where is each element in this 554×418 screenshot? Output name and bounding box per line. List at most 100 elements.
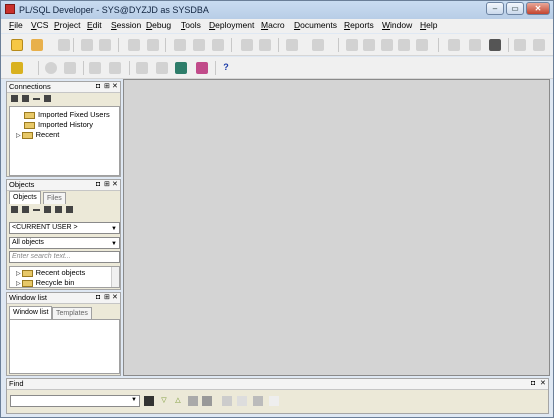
menu-edit[interactable]: Edit	[87, 20, 102, 30]
bookmark-icon[interactable]	[448, 39, 460, 51]
binoculars-icon[interactable]	[144, 396, 154, 406]
key-icon[interactable]	[11, 62, 23, 74]
session-icon[interactable]	[156, 62, 168, 74]
chevron-down-icon[interactable]: ▼	[131, 397, 137, 403]
close-button[interactable]: ✕	[526, 2, 550, 15]
object-filter-combo[interactable]: All objects ▼	[9, 237, 120, 249]
open-icon[interactable]	[31, 39, 43, 51]
redo-icon[interactable]	[147, 39, 159, 51]
menu-session[interactable]: Session	[111, 20, 141, 30]
tile-icon[interactable]	[514, 39, 526, 51]
menu-macro[interactable]: Macro	[261, 20, 285, 30]
find-previous-icon[interactable]: △	[173, 396, 183, 406]
tab-files[interactable]: Files	[43, 192, 66, 204]
explain-plan-icon[interactable]	[489, 39, 501, 51]
stop-icon[interactable]	[136, 62, 148, 74]
expand-icon[interactable]: ▷	[16, 281, 21, 287]
replace-icon[interactable]	[259, 39, 271, 51]
close-icon[interactable]: ✕	[112, 82, 118, 92]
print-icon[interactable]	[81, 39, 93, 51]
pin-icon[interactable]: ◘	[531, 379, 535, 389]
close-icon[interactable]: ✕	[112, 180, 118, 190]
whole-word-icon[interactable]	[237, 396, 247, 406]
pin-icon[interactable]: ◘	[96, 293, 100, 303]
sql-window-icon[interactable]	[175, 62, 187, 74]
chevron-down-icon[interactable]: ▼	[110, 224, 118, 232]
print-preview-icon[interactable]	[99, 39, 111, 51]
find-icon[interactable]	[241, 39, 253, 51]
highlight-all-icon[interactable]	[188, 396, 198, 406]
tab-objects[interactable]: Objects	[9, 191, 41, 204]
tree-item[interactable]: Imported History	[24, 120, 93, 130]
paste-icon[interactable]	[212, 39, 224, 51]
menu-reports[interactable]: Reports	[344, 20, 374, 30]
float-icon[interactable]: ⊞	[104, 82, 110, 92]
maximize-button[interactable]: ▭	[506, 2, 524, 15]
menu-debug[interactable]: Debug	[146, 20, 171, 30]
menu-vcs[interactable]: VCS	[31, 20, 48, 30]
expand-icon[interactable]: ▷	[16, 271, 21, 277]
help-icon[interactable]: ?	[220, 61, 232, 73]
menu-project[interactable]: Project	[54, 20, 80, 30]
user-combo[interactable]: <CURRENT USER > ▼	[9, 222, 120, 234]
float-icon[interactable]: ⊞	[104, 293, 110, 303]
menu-window[interactable]: Window	[382, 20, 412, 30]
mdi-workspace[interactable]	[123, 79, 550, 376]
cut-icon[interactable]	[174, 39, 186, 51]
find-icon[interactable]	[44, 206, 51, 213]
refresh-icon[interactable]	[11, 206, 18, 213]
uncomment-icon[interactable]	[363, 39, 375, 51]
format-icon[interactable]	[416, 39, 428, 51]
menu-help[interactable]: Help	[420, 20, 437, 30]
undo-icon[interactable]	[128, 39, 140, 51]
regex-icon[interactable]	[253, 396, 263, 406]
commit-icon[interactable]	[89, 62, 101, 74]
clear-highlight-icon[interactable]	[202, 396, 212, 406]
add-icon[interactable]	[22, 206, 29, 213]
scrollbar[interactable]	[111, 267, 119, 287]
tab-templates[interactable]: Templates	[52, 307, 92, 319]
break-icon[interactable]	[64, 62, 76, 74]
float-icon[interactable]: ⊞	[104, 180, 110, 190]
case-sensitive-icon[interactable]	[222, 396, 232, 406]
quote-icon[interactable]	[269, 396, 279, 406]
menu-file[interactable]: File	[9, 20, 23, 30]
new-icon[interactable]	[11, 39, 23, 51]
object-search-input[interactable]: Enter search text...	[9, 251, 120, 263]
rollback-icon[interactable]	[109, 62, 121, 74]
lowercase-icon[interactable]	[398, 39, 410, 51]
properties-icon[interactable]	[44, 95, 51, 102]
tree-item[interactable]: Imported Fixed Users	[24, 110, 110, 120]
execute-icon[interactable]	[45, 62, 57, 74]
close-icon[interactable]: ✕	[540, 379, 546, 389]
copy-icon[interactable]	[193, 39, 205, 51]
add-icon[interactable]	[22, 95, 29, 102]
bookmark-next-icon[interactable]	[469, 39, 481, 51]
tree-item[interactable]: ▷ Recent	[16, 130, 59, 140]
remove-icon[interactable]	[33, 209, 40, 211]
chevron-down-icon[interactable]: ▼	[110, 239, 118, 247]
command-window-icon[interactable]	[196, 62, 208, 74]
tree-item[interactable]: ▷ Recycle bin	[16, 278, 74, 288]
save-icon[interactable]	[58, 39, 70, 51]
indent-icon[interactable]	[286, 39, 298, 51]
tree-item[interactable]: ▷ Recent objects	[16, 268, 85, 278]
menu-tools[interactable]: Tools	[181, 20, 201, 30]
remove-icon[interactable]	[33, 98, 40, 100]
pin-icon[interactable]: ◘	[96, 180, 100, 190]
menu-documents[interactable]: Documents	[294, 20, 337, 30]
uppercase-icon[interactable]	[381, 39, 393, 51]
filter-icon[interactable]	[55, 206, 62, 213]
find-next-icon[interactable]: ▽	[159, 396, 169, 406]
properties-icon[interactable]	[66, 206, 73, 213]
pin-icon[interactable]: ◘	[96, 82, 100, 92]
find-input[interactable]: ▼	[10, 395, 140, 407]
tab-window-list[interactable]: Window list	[9, 306, 53, 319]
expand-icon[interactable]: ▷	[16, 133, 21, 139]
cascade-icon[interactable]	[533, 39, 545, 51]
close-icon[interactable]: ✕	[112, 293, 118, 303]
refresh-icon[interactable]	[11, 95, 18, 102]
unindent-icon[interactable]	[312, 39, 324, 51]
minimize-button[interactable]: –	[486, 2, 504, 15]
comment-icon[interactable]	[346, 39, 358, 51]
